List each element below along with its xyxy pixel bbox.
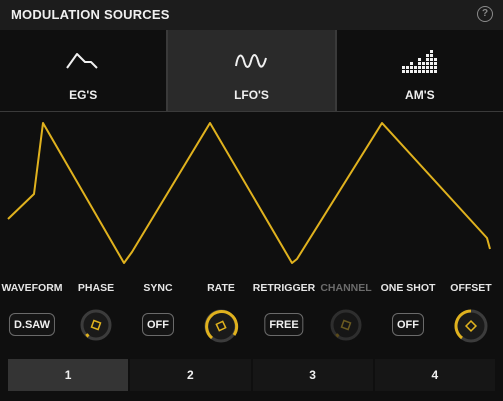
offset-knob[interactable] (453, 308, 489, 344)
lfo-waveform-display (7, 122, 491, 264)
rate-knob[interactable] (203, 308, 239, 344)
lfo-parameters: WAVEFORM D.SAW PHASE SYNC OFF RATE RETRI… (0, 276, 503, 356)
sine-wave-icon (235, 54, 268, 68)
retrigger-button[interactable]: FREE (264, 313, 304, 336)
tab-lfos[interactable]: LFO'S (168, 30, 337, 111)
tab-lfos-label: LFO'S (234, 88, 269, 102)
envelope-icon (66, 53, 98, 69)
tab-ams-label: AM'S (405, 88, 435, 102)
tab-egs[interactable]: EG'S (0, 30, 169, 111)
header-bar: MODULATION SOURCES ? (0, 0, 503, 30)
lfo-page-selector: 1 2 3 4 (8, 359, 495, 391)
step-bars-icon (401, 50, 437, 73)
page-2-button[interactable]: 2 (130, 359, 253, 391)
page-3-button[interactable]: 3 (252, 359, 375, 391)
offset-label: OFFSET (450, 282, 492, 294)
tab-ams[interactable]: AM'S (336, 30, 503, 111)
phase-knob[interactable] (79, 308, 113, 342)
sync-button[interactable]: OFF (142, 313, 174, 336)
page-4-button[interactable]: 4 (374, 359, 495, 391)
source-tabs: EG'S LFO'S AM'S (0, 30, 503, 112)
page-1-button[interactable]: 1 (8, 359, 131, 391)
waveform-button[interactable]: D.SAW (8, 313, 56, 336)
tab-egs-label: EG'S (69, 88, 98, 102)
one-shot-button[interactable]: OFF (392, 313, 424, 336)
help-icon[interactable]: ? (477, 6, 493, 22)
panel-title: MODULATION SOURCES (11, 7, 170, 22)
channel-knob[interactable] (329, 308, 363, 342)
